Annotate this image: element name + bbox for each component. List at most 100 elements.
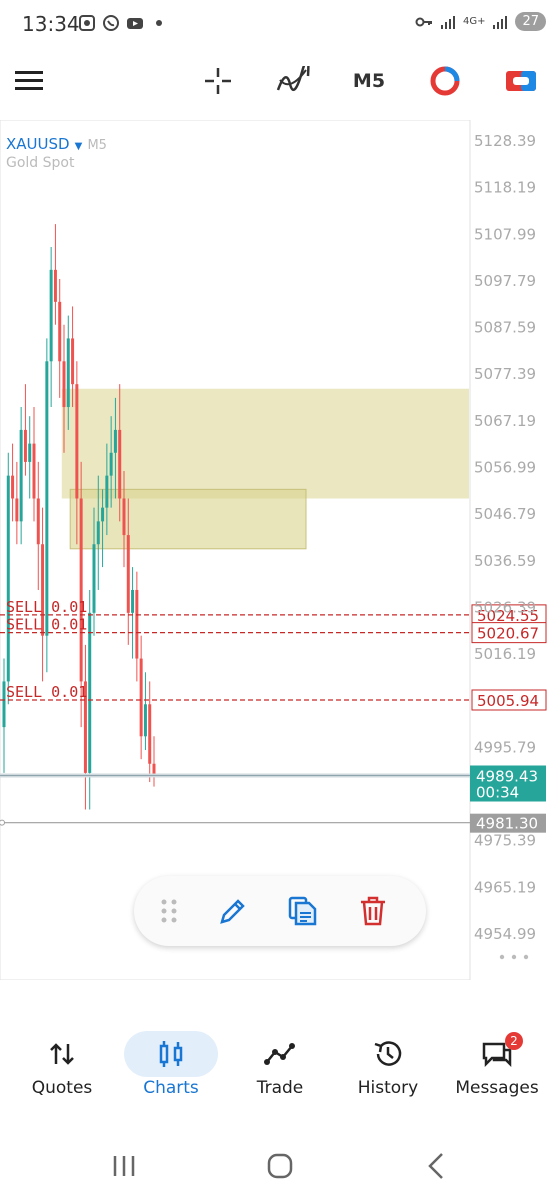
objects-button[interactable] [422,58,468,104]
home-button[interactable] [267,1153,293,1179]
edit-button[interactable] [212,890,254,932]
nav-item-messages[interactable]: 2 Messages [447,1030,547,1120]
candle-body [109,452,113,476]
sell-order-label: SELL 0.01 [6,616,87,634]
quotes-icon [50,1043,74,1065]
price-tick-label: 5036.59 [474,552,536,570]
axis-more-dot [523,954,529,960]
battery-indicator: 27 [515,12,546,31]
candle-body [19,429,23,522]
candle-body [32,443,36,499]
candle-body [101,507,105,522]
nav-item-history[interactable]: History [338,1030,438,1120]
chart-area[interactable]: SELL 0.01 SELL 0.01 SELL 0.01 5024.55 5020.… [0,120,560,980]
candle-body [96,521,100,545]
candle-body [58,301,62,362]
symbol-dropdown-icon[interactable]: ▼ [75,141,83,152]
candle-body [66,338,70,408]
timeframe-label: M5 [352,70,386,92]
candle-body [118,429,122,499]
price-tick-label: 5067.19 [474,412,536,430]
nav-item-quotes[interactable]: Quotes [12,1030,112,1120]
dot-icon [156,20,162,26]
copy-icon [288,896,317,926]
trade-icon [264,1043,295,1065]
recent-apps-button[interactable] [113,1156,135,1176]
nav-label-quotes: Quotes [31,1078,93,1098]
youtube-icon [127,18,143,29]
price-axis: 5024.555020.675005.945128.395118.195107.… [470,132,547,960]
symbol-description: Gold Spot [6,155,75,171]
candle-body [62,361,66,408]
menu-button[interactable] [6,58,52,104]
status-time: 13:34 [22,12,80,36]
price-tick-label: 5107.99 [474,225,536,243]
symbol-name[interactable]: XAUUSD [6,135,70,153]
order-price-label: 5005.94 [477,692,539,710]
candle-body [71,338,75,385]
drag-handle-icon [161,899,177,923]
candle-body [122,498,126,536]
objects-icon [430,66,460,96]
price-tick-label: 5077.39 [474,365,536,383]
window-icon [506,71,536,91]
nav-label-charts: Charts [143,1078,199,1098]
indicators-icon [276,66,310,92]
order-price-label: 5020.67 [477,625,539,643]
candle-body [105,475,109,508]
copy-button[interactable] [282,890,324,932]
candle-body [15,498,19,522]
history-icon [374,1041,402,1066]
plot-frame [0,120,471,980]
candle-body [143,704,147,737]
price-tick-label: 5056.99 [474,459,536,477]
ask-price-label: 4981.30 [476,815,538,833]
back-button[interactable] [428,1153,443,1179]
price-tick-label: 5087.59 [474,319,536,337]
nav-label-history: History [357,1078,419,1098]
window-button[interactable] [498,58,544,104]
candle-body [45,361,49,636]
signal-icon-2 [493,15,508,29]
drag-handle[interactable] [148,890,190,932]
notification-icons [78,14,168,32]
timeframe-button[interactable]: M5 [346,58,392,104]
candle-body [79,498,83,682]
price-tick-label: 5016.19 [474,645,536,663]
price-tick-label: 5026.39 [474,598,536,616]
bottom-navigation: Quotes Charts Trade History 2 Messages [0,1020,560,1120]
candle-body [139,658,143,737]
sell-order-label: SELL 0.01 [6,683,87,701]
price-tick-label: 4954.99 [474,925,536,943]
indicators-button[interactable] [270,58,316,104]
whatsapp-icon [103,15,119,31]
charts-icon [159,1041,183,1067]
candle-body [75,384,79,499]
screenshot-icon [79,15,95,31]
delete-button[interactable] [352,890,394,932]
candle-body [23,429,27,462]
candle-body [131,589,135,613]
key-icon [415,17,432,26]
supply-zone [61,388,470,499]
candle-body [36,498,40,545]
candle-body [28,443,32,462]
candle-body [6,475,10,682]
price-chart[interactable]: SELL 0.01SELL 0.01SELL 0.01 5024.555020.… [0,120,560,980]
nav-item-trade[interactable]: Trade [230,1030,330,1120]
chart-timeframe: M5 [87,138,107,153]
nav-label-messages: Messages [455,1078,539,1098]
sell-order-label: SELL 0.01 [6,598,87,616]
price-tick-label: 4995.79 [474,738,536,756]
crosshair-button[interactable] [195,58,241,104]
signal-icon [440,15,455,29]
nav-item-charts[interactable]: Charts [121,1030,221,1120]
messages-badge: 2 [505,1032,523,1050]
system-navigation-bar [0,1140,560,1200]
status-bar: 13:34 4G+ 27 [0,0,560,50]
price-tick-label: 5118.19 [474,179,536,197]
ask-line-handle [0,819,5,826]
chart-header: XAUUSD ▼ M5 Gold Spot [6,134,107,171]
candle-body [126,535,130,613]
crosshair-icon [205,68,231,94]
